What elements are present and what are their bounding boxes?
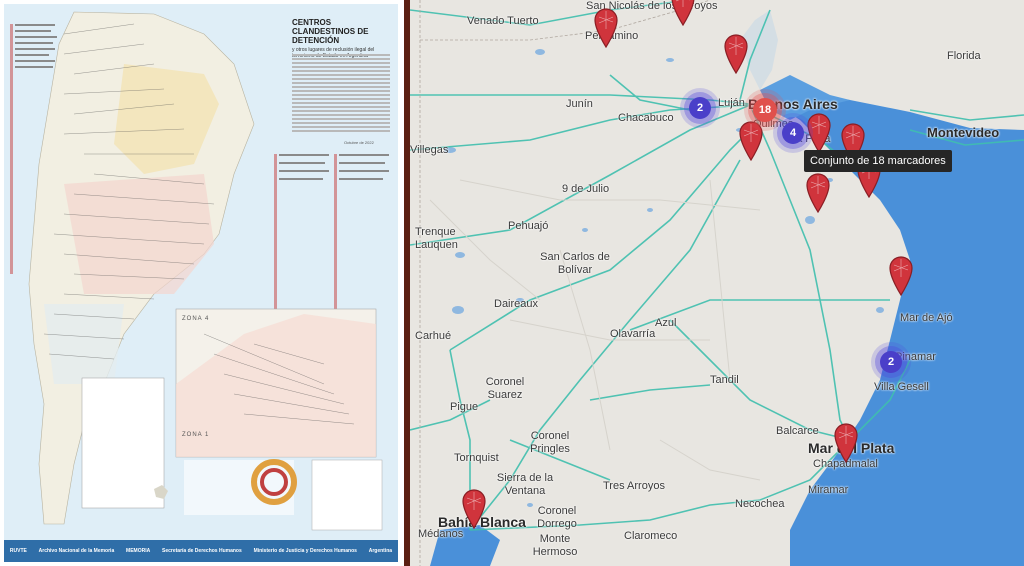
marker-cluster[interactable]: 2 [689, 97, 711, 119]
city-label: Pehuajó [508, 220, 549, 232]
city-label: Tres Arroyos [603, 480, 665, 492]
city-label: Coronel Dorrego [537, 505, 577, 530]
logo-secretaria: Secretaría de Derechos Humanos [162, 548, 242, 554]
city-label: Carhué [415, 330, 452, 342]
map-marker-icon[interactable] [807, 113, 831, 153]
city-label: Coronel Suarez [485, 376, 525, 401]
zone-label-bottom: ZONA 1 [182, 432, 210, 438]
map-marker-icon[interactable] [806, 173, 830, 213]
marker-cluster[interactable]: 2 [880, 351, 902, 373]
split-view: CENTROS CLANDESTINOS DE DETENCIÓN y otro… [0, 0, 1024, 566]
city-label: Monte Hermoso [532, 533, 578, 558]
poster-date: Octubre de 2022 [344, 140, 374, 145]
city-label: Balcarce [776, 425, 819, 437]
marker-cluster[interactable]: 18 [753, 98, 777, 122]
marker-cluster[interactable]: 4 [782, 122, 804, 144]
map-marker-icon[interactable] [889, 256, 913, 296]
cluster-tooltip: Conjunto de 18 marcadores [804, 150, 952, 172]
map-marker-icon[interactable] [739, 121, 763, 161]
map-marker-icon[interactable] [724, 34, 748, 74]
city-label: Villegas [410, 144, 449, 156]
map-marker-icon[interactable] [462, 489, 486, 529]
city-label: Miramar [808, 484, 849, 496]
city-label: Montevideo [927, 125, 1000, 140]
city-label: Trenque Lauquen [415, 226, 458, 251]
city-label: Pigue [450, 401, 479, 413]
city-label: San Carlos de Bolívar [540, 251, 610, 276]
city-label: Coronel Pringles [530, 430, 570, 455]
city-label: Olavarría [610, 328, 656, 340]
city-label: Florida [947, 50, 981, 62]
city-label: Mar de Ajó [900, 312, 953, 324]
city-label: Venado Tuerto [467, 15, 539, 27]
logo-argentina: Argentina [368, 548, 393, 554]
detention-centers-poster: CENTROS CLANDESTINOS DE DETENCIÓN y otro… [4, 4, 398, 562]
city-label: Luján [718, 97, 745, 109]
city-label: Azul [655, 317, 677, 329]
poster-body-text [292, 52, 390, 134]
poster-panel: CENTROS CLANDESTINOS DE DETENCIÓN y otro… [0, 0, 404, 566]
logo-memoria: MEMORIA [126, 548, 151, 554]
city-label: Médanos [418, 528, 464, 540]
map-marker-icon[interactable] [834, 423, 858, 463]
interactive-map[interactable]: Venado Tuerto San Nicolás de los Arroyos… [410, 0, 1024, 566]
zone-label-top: ZONA 4 [182, 316, 210, 322]
logo-ruvte: RUVTE [9, 548, 27, 554]
city-label: Tornquist [454, 452, 499, 464]
city-label: Daireaux [494, 298, 539, 310]
city-label: Chacabuco [618, 112, 674, 124]
city-label: 9 de Julio [562, 183, 610, 195]
map-marker-icon[interactable] [671, 0, 695, 26]
logo-ministerio: Ministerio de Justicia y Derechos Humano… [253, 548, 357, 554]
poster-title: CENTROS CLANDESTINOS DE DETENCIÓN [292, 18, 369, 45]
city-label: Claromeco [624, 530, 678, 542]
city-label: Sierra de la Ventana [496, 472, 554, 497]
logo-archivo: Archivo Nacional de la Memoria [38, 548, 115, 554]
city-label: Junín [566, 98, 593, 110]
city-label: Villa Gesell [874, 381, 929, 393]
poster-logo-bar: RUVTE Archivo Nacional de la Memoria MEM… [4, 540, 398, 562]
city-label: Necochea [735, 498, 785, 510]
city-label: Tandil [710, 374, 739, 386]
map-marker-icon[interactable] [594, 8, 618, 48]
